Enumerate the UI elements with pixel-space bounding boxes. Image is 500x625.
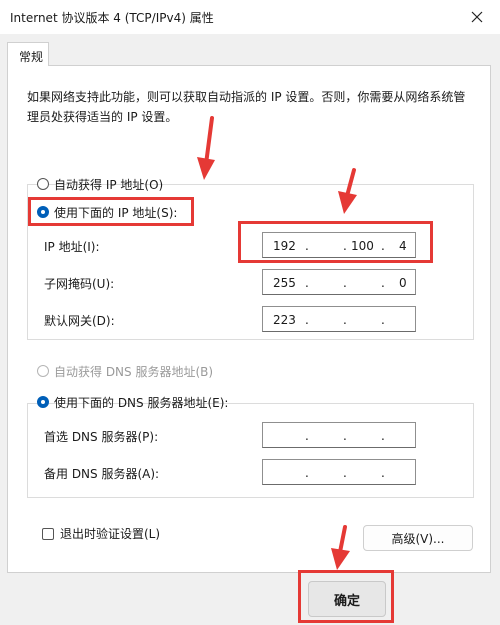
- ok-button-label: 确定: [333, 593, 360, 609]
- radio-manual-ip-label: 使用下面的 IP 地址(S):: [54, 205, 178, 220]
- preferred-dns-label: 首选 DNS 服务器(P):: [44, 430, 159, 444]
- ip-address-input[interactable]: 192 . . 100 . 4: [262, 232, 416, 258]
- ok-button[interactable]: 确定: [308, 581, 386, 617]
- subnet-octet-4: 0: [399, 276, 407, 290]
- radio-auto-ip-label: 自动获得 IP 地址(O): [54, 177, 164, 192]
- radio-manual-dns[interactable]: 使用下面的 DNS 服务器地址(E):: [37, 393, 228, 411]
- intro-text: 如果网络支持此功能，则可以获取自动指派的 IP 设置。否则，你需要从网络系统管理…: [27, 90, 466, 124]
- radio-auto-dns-label: 自动获得 DNS 服务器地址(B): [54, 364, 214, 379]
- subnet-mask-input[interactable]: 255 . . . 0: [262, 269, 416, 295]
- validate-checkbox-row[interactable]: 退出时验证设置(L): [42, 525, 160, 542]
- ip-address-label: IP 地址(I):: [44, 240, 100, 254]
- radio-auto-dns-circle[interactable]: [37, 365, 49, 377]
- tab-general[interactable]: 常规: [7, 42, 49, 66]
- ip-octet-3: 100: [351, 239, 374, 253]
- ip-octet-4: 4: [399, 239, 407, 253]
- subnet-mask-label: 子网掩码(U):: [44, 277, 115, 291]
- alternate-dns-label: 备用 DNS 服务器(A):: [44, 467, 160, 481]
- alternate-dns-input[interactable]: . . .: [262, 459, 416, 485]
- advanced-button[interactable]: 高级(V)...: [363, 525, 473, 551]
- gateway-octet-1: 223: [273, 313, 296, 327]
- radio-manual-dns-label: 使用下面的 DNS 服务器地址(E):: [54, 395, 229, 410]
- radio-manual-ip-circle[interactable]: [37, 206, 49, 218]
- gateway-input[interactable]: 223 . . .: [262, 306, 416, 332]
- ip-octet-1: 192: [273, 239, 296, 253]
- validate-checkbox[interactable]: [42, 527, 54, 540]
- tab-general-label: 常规: [19, 50, 44, 64]
- preferred-dns-input[interactable]: . . .: [262, 422, 416, 448]
- radio-auto-dns[interactable]: 自动获得 DNS 服务器地址(B): [37, 362, 213, 380]
- subnet-octet-1: 255: [273, 276, 296, 290]
- validate-label: 退出时验证设置(L): [60, 527, 161, 541]
- radio-auto-ip-circle[interactable]: [37, 178, 49, 190]
- gateway-label: 默认网关(D):: [44, 314, 115, 328]
- close-button[interactable]: [454, 0, 500, 34]
- advanced-button-label: 高级(V)...: [391, 531, 445, 546]
- title-bar: Internet 协议版本 4 (TCP/IPv4) 属性: [0, 0, 500, 34]
- radio-manual-ip[interactable]: 使用下面的 IP 地址(S):: [37, 203, 177, 221]
- radio-auto-ip[interactable]: 自动获得 IP 地址(O): [37, 175, 163, 193]
- close-icon: [471, 11, 483, 23]
- window-title: Internet 协议版本 4 (TCP/IPv4) 属性: [10, 11, 214, 25]
- radio-manual-dns-circle[interactable]: [37, 396, 49, 408]
